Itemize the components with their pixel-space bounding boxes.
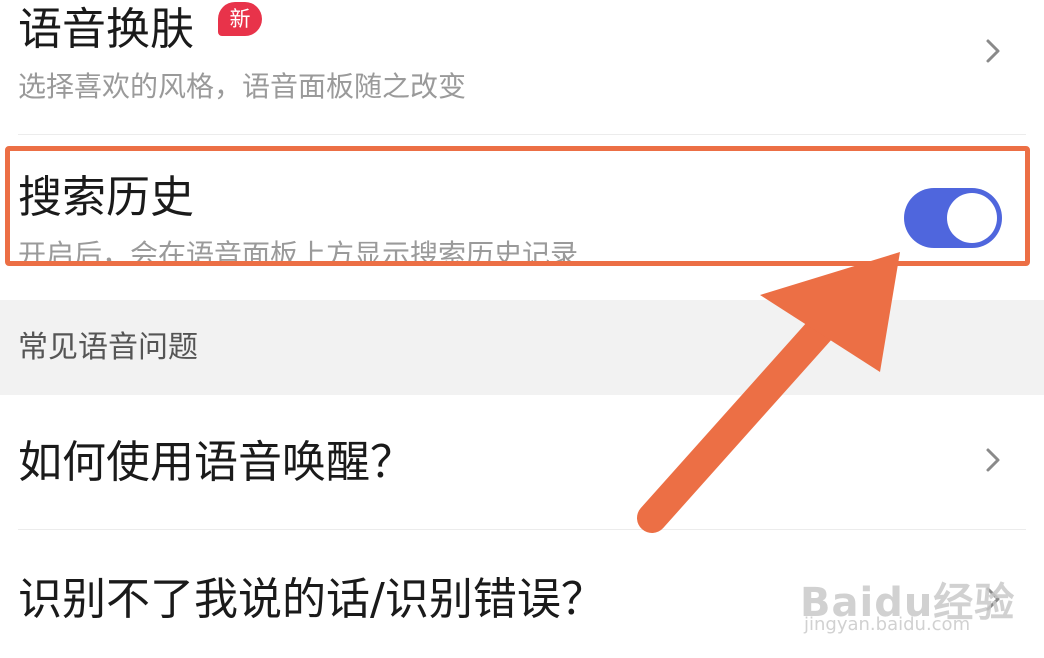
voice-skin-subtitle: 选择喜欢的风格，语音面板随之改变 [18,70,467,103]
faq-item-voice-wakeup[interactable]: 如何使用语音唤醒？ [0,395,1044,530]
voice-skin-title: 语音换肤 [18,4,194,55]
watermark-url: jingyan.baidu.com [804,614,971,635]
annotation-highlight-box [5,146,1030,266]
section-header: 常见语音问题 [0,300,1044,395]
section-header-label: 常见语音问题 [18,330,198,365]
settings-row-voice-skin[interactable]: 语音换肤 新 选择喜欢的风格，语音面板随之改变 [0,0,1044,135]
new-badge: 新 [218,2,262,36]
faq-title: 如何使用语音唤醒？ [18,437,414,488]
divider [18,134,1026,135]
faq-title: 识别不了我说的话/识别错误？ [18,574,605,625]
chevron-right-icon [986,448,1000,472]
chevron-right-icon [986,39,1000,63]
